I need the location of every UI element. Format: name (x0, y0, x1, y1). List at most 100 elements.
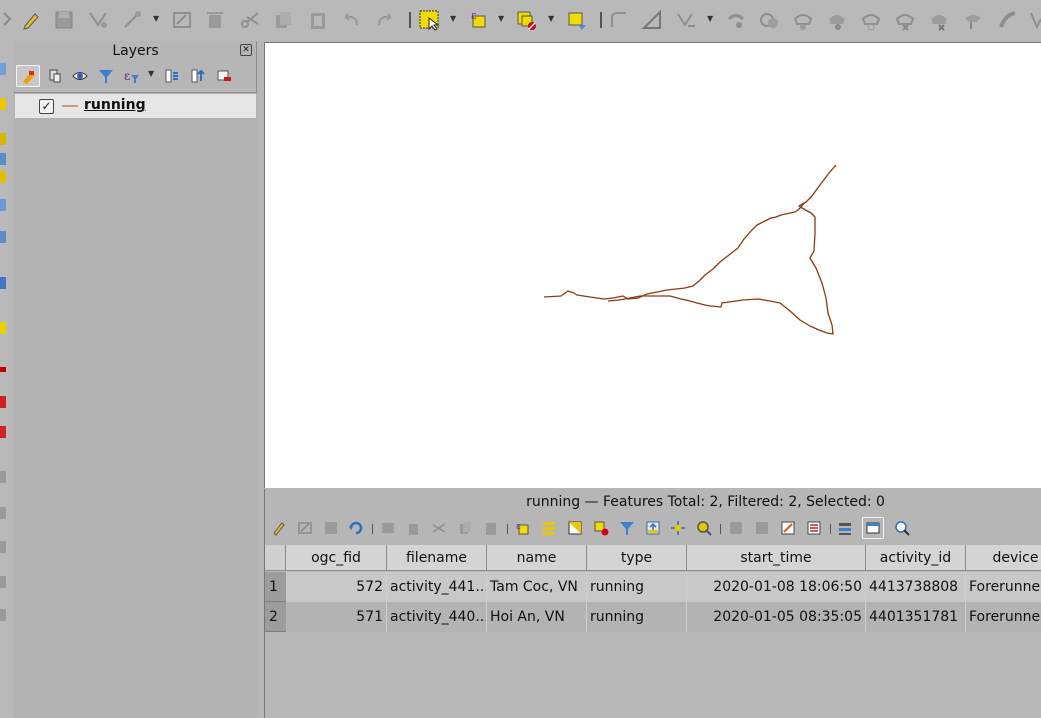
new-temp-layer-icon[interactable] (0, 541, 6, 553)
add-gpx-layer-icon[interactable] (0, 171, 6, 183)
add-ring-icon[interactable] (792, 9, 814, 31)
chevron-down-icon[interactable]: ▼ (548, 14, 556, 24)
column-header-device[interactable]: device (966, 545, 1041, 571)
pan-to-selection-icon[interactable] (670, 520, 686, 536)
copy-icon[interactable] (272, 9, 294, 31)
table-cell-device[interactable]: Forerunner (966, 572, 1041, 602)
offset-curve-icon[interactable] (962, 9, 984, 31)
add-vector-layer-icon[interactable] (0, 63, 6, 75)
chevron-down-icon[interactable]: ▼ (148, 69, 156, 79)
delete-field-icon[interactable] (754, 520, 770, 536)
actions-icon[interactable] (837, 520, 853, 536)
add-feature-icon[interactable] (380, 520, 396, 536)
delete-selected-icon[interactable] (204, 9, 226, 31)
row-header[interactable]: 1 (265, 572, 286, 602)
deselect-all-icon[interactable] (593, 520, 609, 536)
select-features-icon[interactable] (418, 9, 440, 31)
table-cell-filename[interactable]: activity_440... (387, 602, 487, 632)
measure-angle-icon[interactable] (641, 9, 663, 31)
move-selection-top-icon[interactable] (645, 520, 661, 536)
save-edits-icon[interactable] (323, 520, 339, 536)
expand-all-icon[interactable] (160, 65, 184, 87)
table-cell-start-time[interactable]: 2020-01-08 18:06:50 (687, 572, 866, 602)
table-cell-activity-id[interactable]: 4401351781 (866, 602, 966, 632)
undo-icon[interactable] (340, 9, 362, 31)
zoom-map-icon[interactable] (894, 520, 910, 536)
table-cell-name[interactable]: Hoi An, VN (487, 602, 587, 632)
table-cell-filename[interactable]: activity_441... (387, 572, 487, 602)
dock-table-icon[interactable] (862, 517, 884, 539)
collapse-all-icon[interactable] (186, 65, 210, 87)
table-cell-type[interactable]: running (587, 572, 687, 602)
split-features-icon[interactable] (997, 9, 1019, 31)
column-header-ogc-fid[interactable]: ogc_fid (286, 545, 387, 571)
simplify-feature-icon[interactable] (758, 9, 780, 31)
remove-layer-icon[interactable] (212, 65, 236, 87)
invert-selection-icon[interactable] (567, 520, 583, 536)
conditional-formatting-icon[interactable] (806, 520, 822, 536)
table-cell-ogc-fid[interactable]: 571 (286, 602, 387, 632)
paste-icon[interactable] (307, 9, 329, 31)
filter-expression-icon[interactable]: ε (120, 65, 144, 87)
column-header-type[interactable]: type (587, 545, 687, 571)
add-wcs-layer-icon[interactable] (0, 396, 6, 408)
table-cell-start-time[interactable]: 2020-01-05 08:35:05 (687, 602, 866, 632)
rotate-feature-icon[interactable] (725, 9, 747, 31)
delete-part-icon[interactable] (928, 9, 950, 31)
table-cell-ogc-fid[interactable]: 572 (286, 572, 387, 602)
vertex-tool-icon[interactable] (121, 9, 143, 31)
column-header-activity-id[interactable]: activity_id (866, 545, 966, 571)
field-calculator-icon[interactable] (780, 520, 796, 536)
add-db2-layer-icon[interactable] (0, 277, 6, 289)
close-icon[interactable]: ✕ (240, 44, 252, 56)
copy-icon[interactable] (457, 520, 473, 536)
add-mesh-layer-icon[interactable] (0, 609, 6, 621)
zoom-to-selection-icon[interactable] (696, 520, 712, 536)
add-oracle-layer-icon[interactable] (0, 322, 6, 334)
table-cell-activity-id[interactable]: 4413738808 (866, 572, 966, 602)
add-spatialite-layer-icon[interactable] (0, 153, 6, 165)
new-shapefile-icon[interactable] (0, 471, 6, 483)
redo-icon[interactable] (374, 9, 396, 31)
add-part-icon[interactable] (826, 9, 848, 31)
chevron-down-icon[interactable]: ▼ (707, 14, 715, 24)
eye-icon[interactable] (68, 65, 92, 87)
layer-item-running[interactable]: ✓ running (15, 94, 256, 118)
new-virtual-layer-icon[interactable] (0, 576, 6, 588)
add-csv-layer-icon[interactable] (0, 133, 6, 145)
select-location-icon[interactable] (566, 9, 588, 31)
table-corner[interactable] (265, 545, 286, 571)
add-wfs-layer-icon[interactable] (0, 426, 6, 438)
layer-visibility-checkbox[interactable]: ✓ (39, 99, 54, 114)
new-geopackage-icon[interactable] (0, 507, 6, 519)
column-header-name[interactable]: name (487, 545, 587, 571)
filter-icon[interactable] (94, 65, 118, 87)
delete-ring-icon[interactable] (894, 9, 916, 31)
add-raster-layer-icon[interactable] (0, 98, 6, 110)
reshape-features-icon[interactable] (675, 9, 697, 31)
cut-icon[interactable] (431, 520, 447, 536)
split-parts-icon[interactable] (1028, 9, 1041, 31)
select-all-icon[interactable] (541, 520, 557, 536)
add-mssql-layer-icon[interactable] (0, 231, 6, 243)
digitize-curve-icon[interactable] (608, 9, 630, 31)
table-cell-device[interactable]: Forerunner (966, 602, 1041, 632)
chevron-down-icon[interactable]: ▼ (450, 14, 458, 24)
select-by-expression-icon[interactable]: ε (468, 9, 490, 31)
column-header-start-time[interactable]: start_time (687, 545, 866, 571)
reload-icon[interactable] (348, 520, 364, 536)
new-field-icon[interactable] (728, 520, 744, 536)
add-wms-layer-icon[interactable] (0, 367, 6, 372)
deselect-features-icon[interactable] (516, 9, 538, 31)
layer-name[interactable]: running (84, 97, 146, 113)
chevron-down-icon[interactable]: ▼ (498, 14, 506, 24)
multi-edit-icon[interactable] (297, 520, 313, 536)
toggle-editing-button[interactable] (20, 9, 42, 31)
column-header-filename[interactable]: filename (387, 545, 487, 571)
running-track-tam-coc[interactable] (543, 201, 806, 300)
modify-attributes-icon[interactable] (171, 9, 193, 31)
filter-icon[interactable] (619, 520, 635, 536)
select-by-expression-icon[interactable]: ε (515, 520, 531, 536)
chevron-down-icon[interactable]: ▼ (153, 14, 161, 24)
fill-ring-icon[interactable] (860, 9, 882, 31)
